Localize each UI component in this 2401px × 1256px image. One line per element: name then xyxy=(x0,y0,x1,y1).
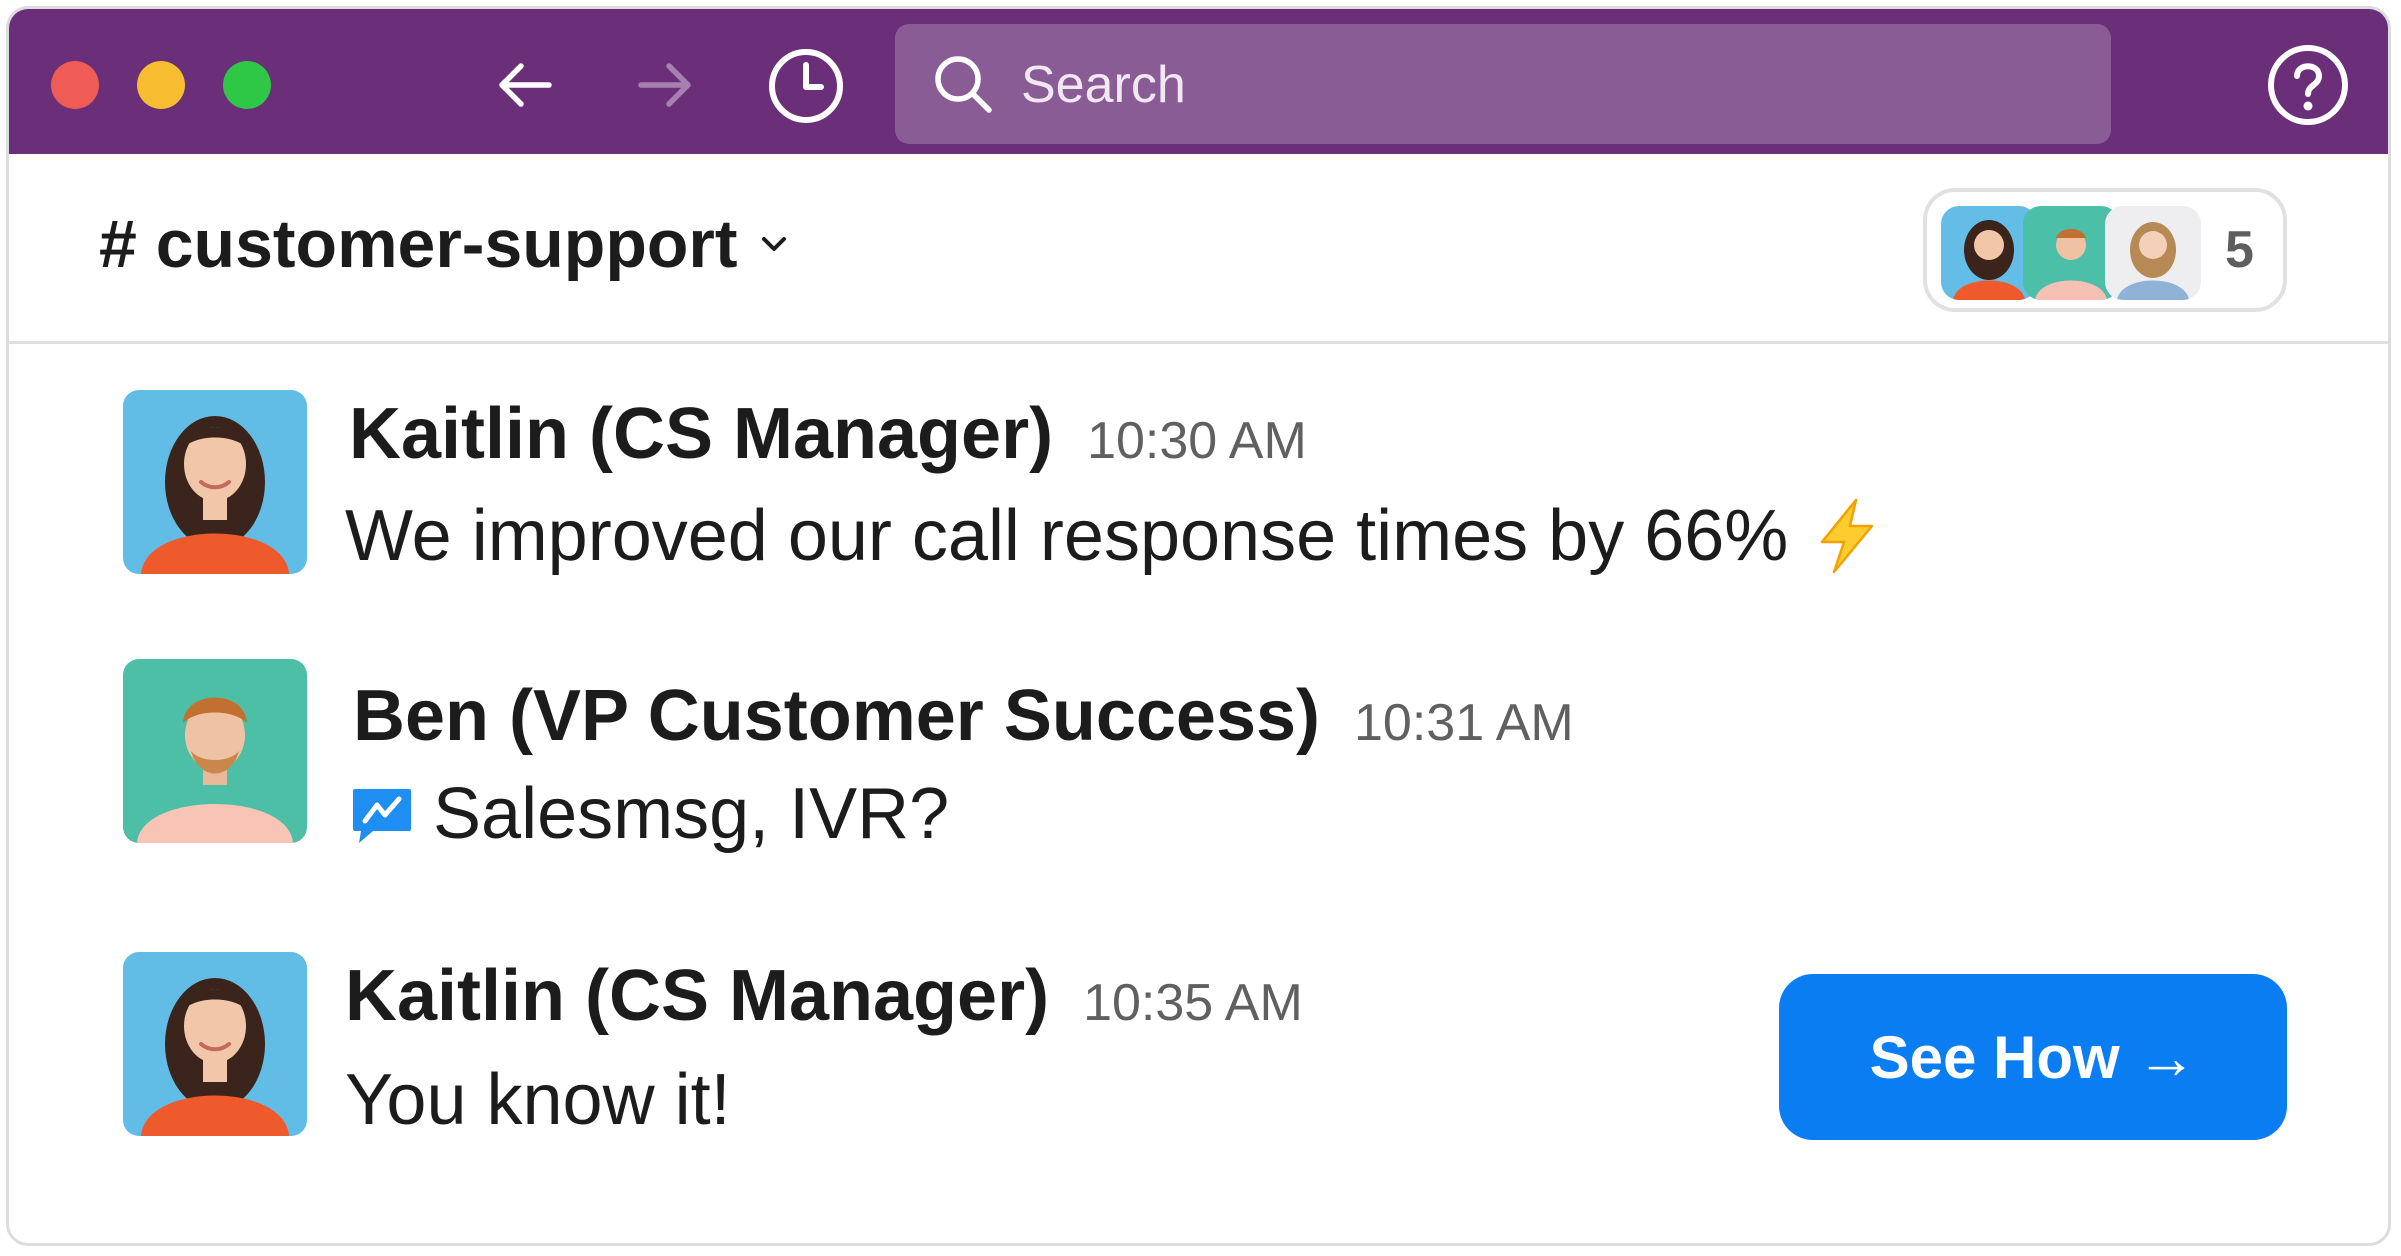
history-clock-icon[interactable] xyxy=(767,47,845,125)
message-text-row: We improved our call response times by 6… xyxy=(345,495,1878,577)
minimize-window-button[interactable] xyxy=(137,61,185,109)
high-voltage-emoji-icon xyxy=(1814,498,1878,574)
app-window: # customer-support 5 Kaitlin (CS Manager… xyxy=(6,6,2391,1246)
message-text: You know it! xyxy=(345,1060,731,1140)
channel-members-button[interactable]: 5 xyxy=(1923,188,2287,312)
chevron-down-icon xyxy=(756,226,792,262)
back-arrow-icon[interactable] xyxy=(489,49,561,121)
channel-header: # customer-support 5 xyxy=(9,154,2388,344)
message-text-row: You know it! xyxy=(345,1059,731,1141)
message-timestamp[interactable]: 10:31 AM xyxy=(1354,693,1574,753)
message-author[interactable]: Kaitlin (CS Manager) xyxy=(349,393,1053,475)
message-timestamp[interactable]: 10:30 AM xyxy=(1087,411,1307,471)
avatar[interactable] xyxy=(123,390,307,574)
search-input[interactable] xyxy=(1019,48,2023,122)
salesmsg-icon xyxy=(349,781,415,847)
avatar[interactable] xyxy=(123,952,307,1136)
channel-name: # customer-support xyxy=(99,206,738,282)
member-count: 5 xyxy=(2225,221,2254,279)
message-header: Kaitlin (CS Manager) 10:30 AM xyxy=(349,393,1307,475)
message-header: Kaitlin (CS Manager) 10:35 AM xyxy=(345,955,1303,1037)
message-text: Salesmsg, IVR? xyxy=(433,774,950,854)
message-author[interactable]: Kaitlin (CS Manager) xyxy=(345,955,1049,1037)
search-icon xyxy=(931,52,995,116)
message-text: We improved our call response times by 6… xyxy=(345,496,1789,576)
member-avatar xyxy=(2105,206,2201,300)
help-icon[interactable] xyxy=(2266,43,2350,127)
message-timestamp[interactable]: 10:35 AM xyxy=(1083,973,1303,1033)
see-how-button[interactable]: See How → xyxy=(1779,974,2287,1140)
message-text-row: Salesmsg, IVR? xyxy=(349,773,949,855)
message-author[interactable]: Ben (VP Customer Success) xyxy=(353,675,1320,757)
close-window-button[interactable] xyxy=(51,61,99,109)
forward-arrow-icon[interactable] xyxy=(629,49,701,121)
maximize-window-button[interactable] xyxy=(223,61,271,109)
avatar[interactable] xyxy=(123,659,307,843)
message-header: Ben (VP Customer Success) 10:31 AM xyxy=(353,675,1574,757)
search-bar[interactable] xyxy=(895,24,2111,144)
title-bar xyxy=(9,9,2388,154)
channel-name-dropdown[interactable]: # customer-support xyxy=(99,204,792,284)
